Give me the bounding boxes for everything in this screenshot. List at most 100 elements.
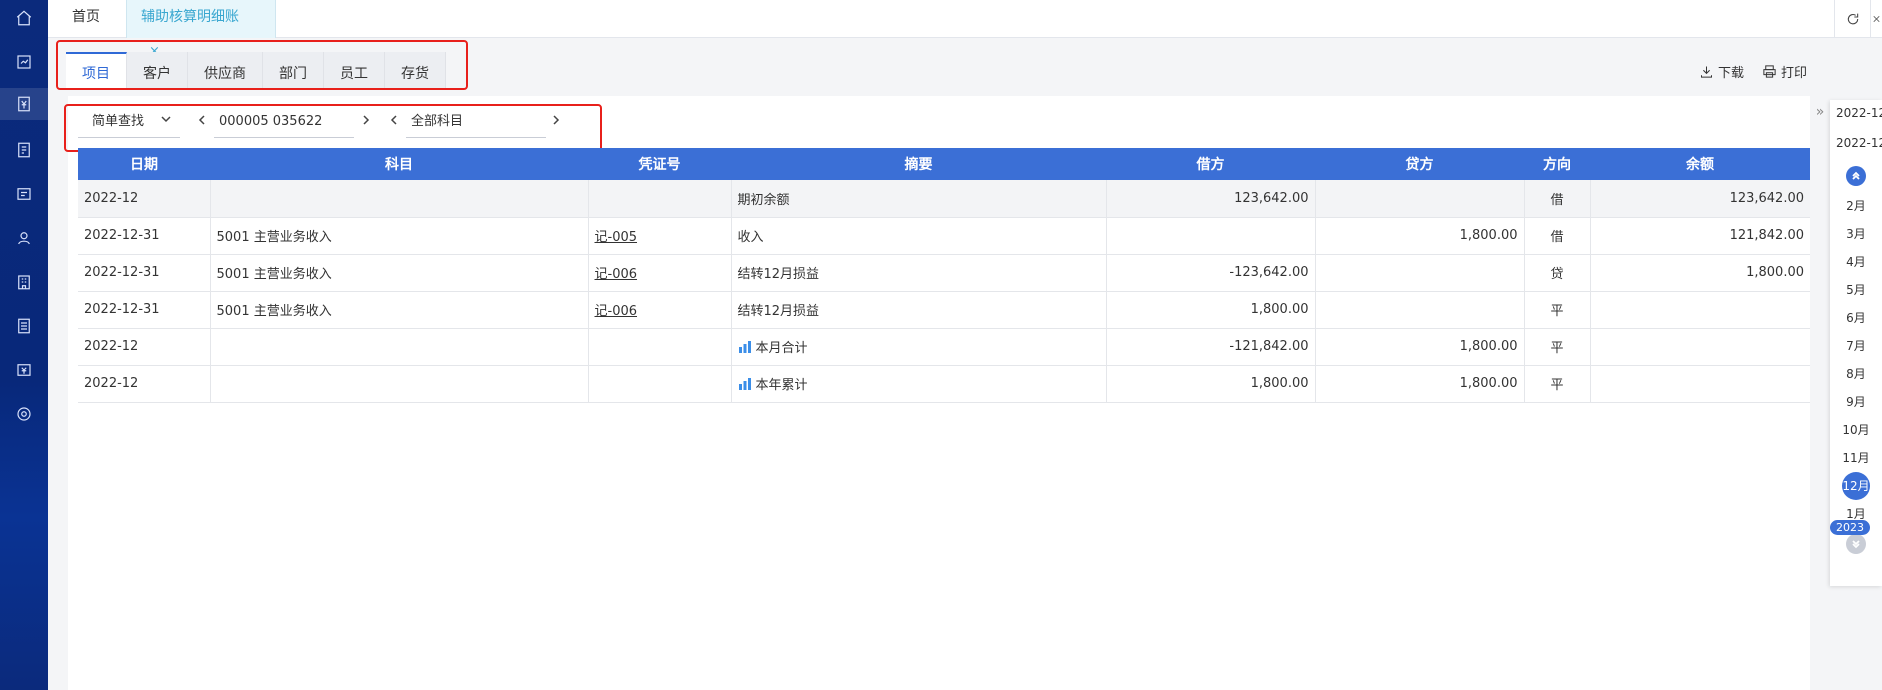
cell-credit: 1,800.00 — [1315, 328, 1525, 366]
active-month-label: 12月 — [1842, 472, 1870, 500]
cell-voucher[interactable]: 记-006 — [588, 291, 732, 329]
month-item[interactable]: 5月 — [1830, 276, 1882, 304]
col-balance[interactable]: 余额 — [1590, 148, 1810, 180]
tax-icon[interactable] — [8, 354, 40, 386]
month-panel: 2022-12 2022-12 2月 3月 4月 5月 6月 7月 8月 9月 … — [1830, 100, 1882, 586]
bar-chart-icon — [738, 341, 751, 353]
cell-summary: 本月合计 — [731, 328, 1107, 366]
month-item[interactable]: 6月 — [1830, 304, 1882, 332]
cell-date: 2022-12 — [78, 180, 211, 218]
cell-summary: 本年累计 — [731, 365, 1107, 403]
summary-text: 本月合计 — [755, 341, 808, 356]
summary-text: 期初余额 — [737, 192, 790, 208]
table-row[interactable]: 2022-12-31 5001 主营业务收入 记-005 收入 1,800.00… — [78, 217, 1810, 255]
asset-icon[interactable] — [8, 222, 40, 254]
cell-debit: -123,642.00 — [1106, 254, 1316, 292]
month-item[interactable]: 3月 — [1830, 220, 1882, 248]
cell-balance — [1590, 365, 1810, 403]
tab-home[interactable]: 首页 — [58, 0, 114, 38]
month-item[interactable]: 9月 — [1830, 388, 1882, 416]
collapse-panel-button[interactable]: » — [1812, 100, 1828, 124]
double-chevron-up-icon — [1852, 171, 1860, 180]
col-direction[interactable]: 方向 — [1524, 148, 1590, 180]
highlight-box-filters — [64, 104, 602, 152]
col-summary[interactable]: 摘要 — [731, 148, 1106, 180]
cell-debit: -121,842.00 — [1106, 328, 1316, 366]
period-start[interactable]: 2022-12 — [1830, 100, 1882, 130]
cell-voucher[interactable] — [588, 365, 732, 403]
cell-voucher[interactable] — [588, 180, 732, 218]
cell-account — [210, 180, 589, 218]
scroll-down-button[interactable] — [1846, 534, 1866, 554]
summary-text: 结转12月损益 — [737, 304, 820, 319]
cell-date: 2022-12-31 — [78, 291, 211, 329]
scroll-up-button[interactable] — [1846, 166, 1866, 186]
voucher-link[interactable]: 记-006 — [595, 304, 638, 319]
voucher-link[interactable]: 记-006 — [595, 267, 638, 282]
more-tabs-button[interactable] — [1870, 0, 1882, 38]
download-button[interactable]: 下载 — [1699, 62, 1744, 81]
col-date[interactable]: 日期 — [78, 148, 210, 180]
cell-account: 5001 主营业务收入 — [210, 254, 589, 292]
month-item[interactable]: 8月 — [1830, 360, 1882, 388]
cell-debit: 1,800.00 — [1106, 365, 1316, 403]
print-icon — [1763, 65, 1776, 78]
report-icon[interactable] — [8, 134, 40, 166]
cell-balance — [1590, 328, 1810, 366]
tab-aux-ledger[interactable]: 辅助核算明细账 × — [126, 0, 276, 59]
home-icon[interactable] — [8, 2, 40, 34]
cell-credit — [1315, 291, 1525, 329]
cell-summary: 结转12月损益 — [731, 291, 1107, 329]
ledger-icon[interactable] — [0, 88, 48, 120]
cell-direction: 借 — [1524, 180, 1591, 218]
cell-summary: 结转12月损益 — [731, 254, 1107, 292]
cell-date: 2022-12-31 — [78, 217, 211, 255]
tab-aux-ledger-label: 辅助核算明细账 — [141, 9, 239, 25]
cell-date: 2022-12-31 — [78, 254, 211, 292]
cell-credit — [1315, 180, 1525, 218]
building-icon[interactable] — [8, 266, 40, 298]
cell-credit: 1,800.00 — [1315, 217, 1525, 255]
cell-account: 5001 主营业务收入 — [210, 217, 589, 255]
settings-icon[interactable] — [8, 398, 40, 430]
month-item[interactable]: 4月 — [1830, 248, 1882, 276]
summary-text: 收入 — [737, 230, 764, 245]
voucher-link[interactable]: 记-005 — [595, 230, 638, 245]
col-credit[interactable]: 贷方 — [1315, 148, 1524, 180]
col-voucher[interactable]: 凭证号 — [588, 148, 731, 180]
print-button[interactable]: 打印 — [1762, 62, 1807, 81]
col-account[interactable]: 科目 — [210, 148, 588, 180]
top-right-tools — [1834, 0, 1882, 38]
table-row[interactable]: 2022-12-31 5001 主营业务收入 记-006 结转12月损益 1,8… — [78, 291, 1810, 329]
refresh-button[interactable] — [1834, 0, 1870, 38]
table-row[interactable]: 2022-12 本月合计 -121,842.00 1,800.00 平 — [78, 328, 1810, 366]
table-row[interactable]: 2022-12 本年累计 1,800.00 1,800.00 平 — [78, 365, 1810, 403]
double-chevron-right-icon: » — [1815, 104, 1825, 120]
inventory-icon[interactable] — [8, 178, 40, 210]
cell-direction: 平 — [1524, 291, 1591, 329]
month-item[interactable]: 11月 — [1830, 444, 1882, 472]
voucher-icon[interactable] — [8, 46, 40, 78]
bar-chart-icon — [738, 378, 751, 390]
cell-account — [210, 365, 589, 403]
month-item[interactable]: 2月 — [1830, 192, 1882, 220]
document-icon[interactable] — [8, 310, 40, 342]
cell-voucher[interactable]: 记-005 — [588, 217, 732, 255]
cell-account: 5001 主营业务收入 — [210, 291, 589, 329]
month-item[interactable]: 10月 — [1830, 416, 1882, 444]
month-item-active[interactable]: 12月 — [1830, 472, 1882, 500]
download-label: 下载 — [1717, 66, 1744, 81]
cell-debit — [1106, 217, 1316, 255]
col-debit[interactable]: 借方 — [1106, 148, 1315, 180]
year-badge: 2023 — [1830, 520, 1870, 535]
cell-debit: 1,800.00 — [1106, 291, 1316, 329]
table-row[interactable]: 2022-12 期初余额 123,642.00 借 123,642.00 — [78, 180, 1810, 218]
cell-voucher[interactable] — [588, 328, 732, 366]
period-end[interactable]: 2022-12 — [1830, 130, 1882, 160]
cell-voucher[interactable]: 记-006 — [588, 254, 732, 292]
cell-balance: 1,800.00 — [1590, 254, 1810, 292]
cell-date: 2022-12 — [78, 328, 211, 366]
table-row[interactable]: 2022-12-31 5001 主营业务收入 记-006 结转12月损益 -12… — [78, 254, 1810, 292]
highlight-box-tabs — [56, 40, 468, 90]
month-item[interactable]: 7月 — [1830, 332, 1882, 360]
